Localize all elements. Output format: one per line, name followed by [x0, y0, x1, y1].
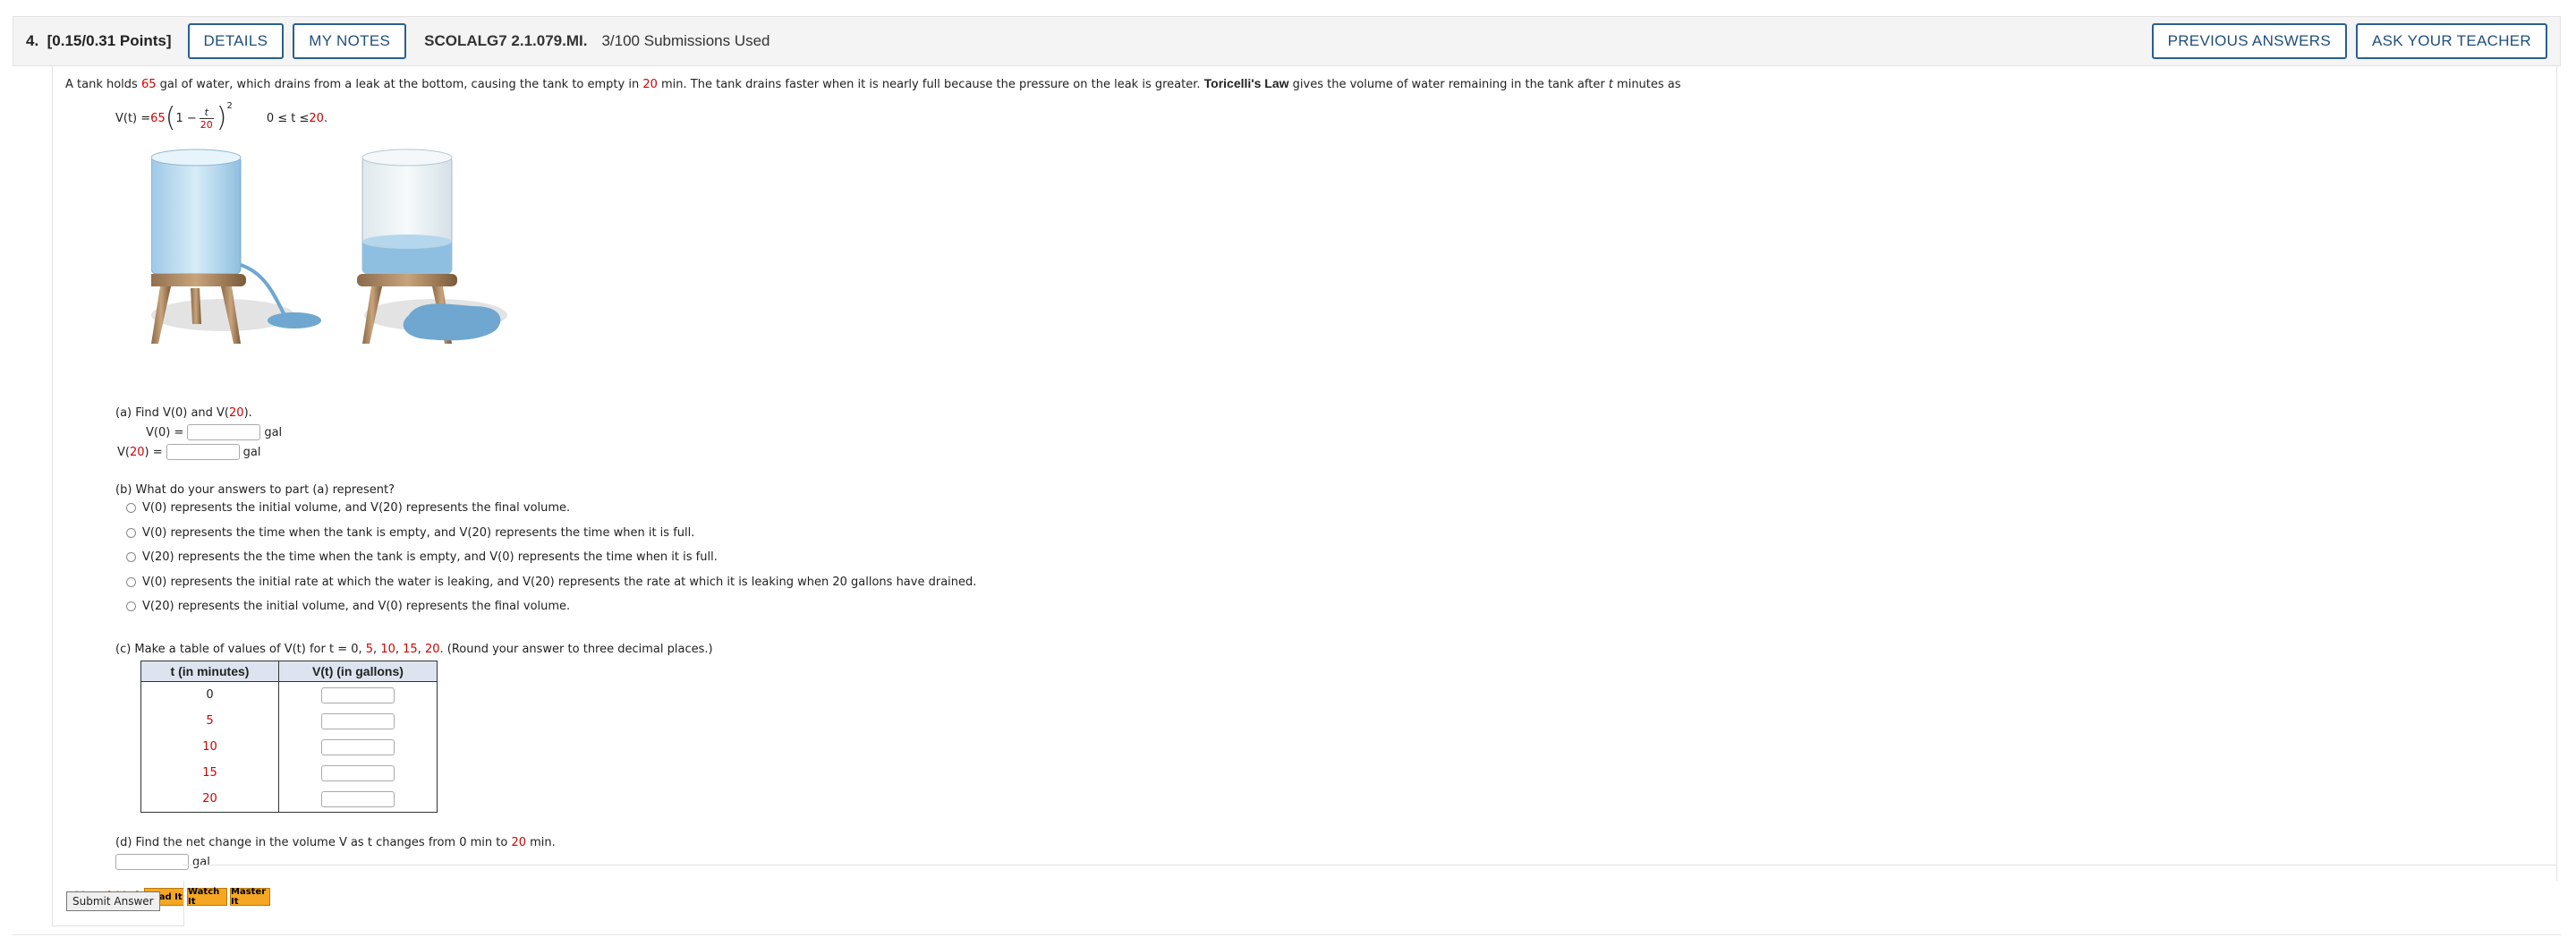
v0-input[interactable]	[187, 424, 261, 440]
v-value-input[interactable]	[321, 738, 395, 755]
watch-it-button[interactable]: Watch It	[187, 887, 227, 907]
radio-button[interactable]	[126, 503, 136, 513]
previous-answers-button[interactable]: PREVIOUS ANSWERS	[2151, 23, 2347, 59]
net-change-row: gal	[115, 854, 210, 870]
tank-illustration	[151, 149, 507, 344]
v20-input[interactable]	[166, 444, 240, 460]
question-header: 4. [0.15/0.31 Points] DETAILS MY NOTES S…	[13, 16, 2561, 66]
v20-row: V(20) = gal	[117, 444, 261, 460]
table-row: 15	[140, 760, 438, 786]
v-value-input[interactable]	[321, 686, 395, 704]
divider	[183, 865, 2557, 866]
details-button[interactable]: DETAILS	[187, 23, 285, 59]
radio-button[interactable]	[126, 528, 136, 538]
radio-button[interactable]	[126, 577, 136, 587]
v-value-input[interactable]	[321, 764, 395, 781]
part-b-prompt: (b) What do your answers to part (a) rep…	[115, 483, 395, 497]
radio-button[interactable]	[126, 601, 136, 611]
question-container: 4. [0.15/0.31 Points] DETAILS MY NOTES S…	[13, 16, 2561, 907]
submissions-used: 3/100 Submissions Used	[601, 32, 770, 49]
net-change-input[interactable]	[115, 854, 189, 870]
v0-row: V(0) = gal	[146, 424, 283, 440]
table-header-t: t (in minutes)	[140, 661, 279, 682]
part-c-prompt: (c) Make a table of values of V(t) for t…	[115, 643, 713, 656]
question-number: 4. [0.15/0.31 Points]	[26, 32, 172, 49]
option-4[interactable]: V(0) represents the initial rate at whic…	[126, 576, 976, 589]
question-body: A tank holds 65 gal of water, which drai…	[52, 66, 2557, 907]
values-table: t (in minutes) V(t) (in gallons) 0 5 10 …	[140, 661, 438, 813]
master-it-button[interactable]: Master It	[230, 887, 270, 907]
ask-teacher-button[interactable]: ASK YOUR TEACHER	[2356, 23, 2547, 59]
part-a-prompt: (a) Find V(0) and V(20).	[115, 406, 252, 420]
problem-code: SCOLALG7 2.1.079.MI.	[424, 32, 588, 49]
part-d-prompt: (d) Find the net change in the volume V …	[115, 836, 556, 849]
volume-formula: V(t) = 65 ( 1 − t 20 ) 2 0 ≤ t ≤ 20.	[115, 100, 328, 133]
table-row: 0	[140, 681, 438, 708]
submit-answer-button[interactable]: Submit Answer	[66, 891, 160, 911]
table-row: 5	[140, 708, 438, 734]
problem-statement: A tank holds 65 gal of water, which drai…	[65, 76, 1681, 91]
table-row: 10	[140, 734, 438, 760]
v-value-input[interactable]	[321, 712, 395, 729]
table-header-v: V(t) (in gallons)	[278, 661, 438, 682]
option-5[interactable]: V(20) represents the initial volume, and…	[126, 600, 570, 613]
option-3[interactable]: V(20) represents the the time when the t…	[126, 550, 718, 564]
my-notes-button[interactable]: MY NOTES	[293, 23, 407, 59]
option-2[interactable]: V(0) represents the time when the tank i…	[126, 526, 694, 540]
footer-divider	[13, 934, 2561, 935]
table-row: 20	[140, 786, 438, 813]
v-value-input[interactable]	[321, 790, 395, 807]
option-1[interactable]: V(0) represents the initial volume, and …	[126, 501, 570, 515]
radio-button[interactable]	[126, 552, 136, 562]
